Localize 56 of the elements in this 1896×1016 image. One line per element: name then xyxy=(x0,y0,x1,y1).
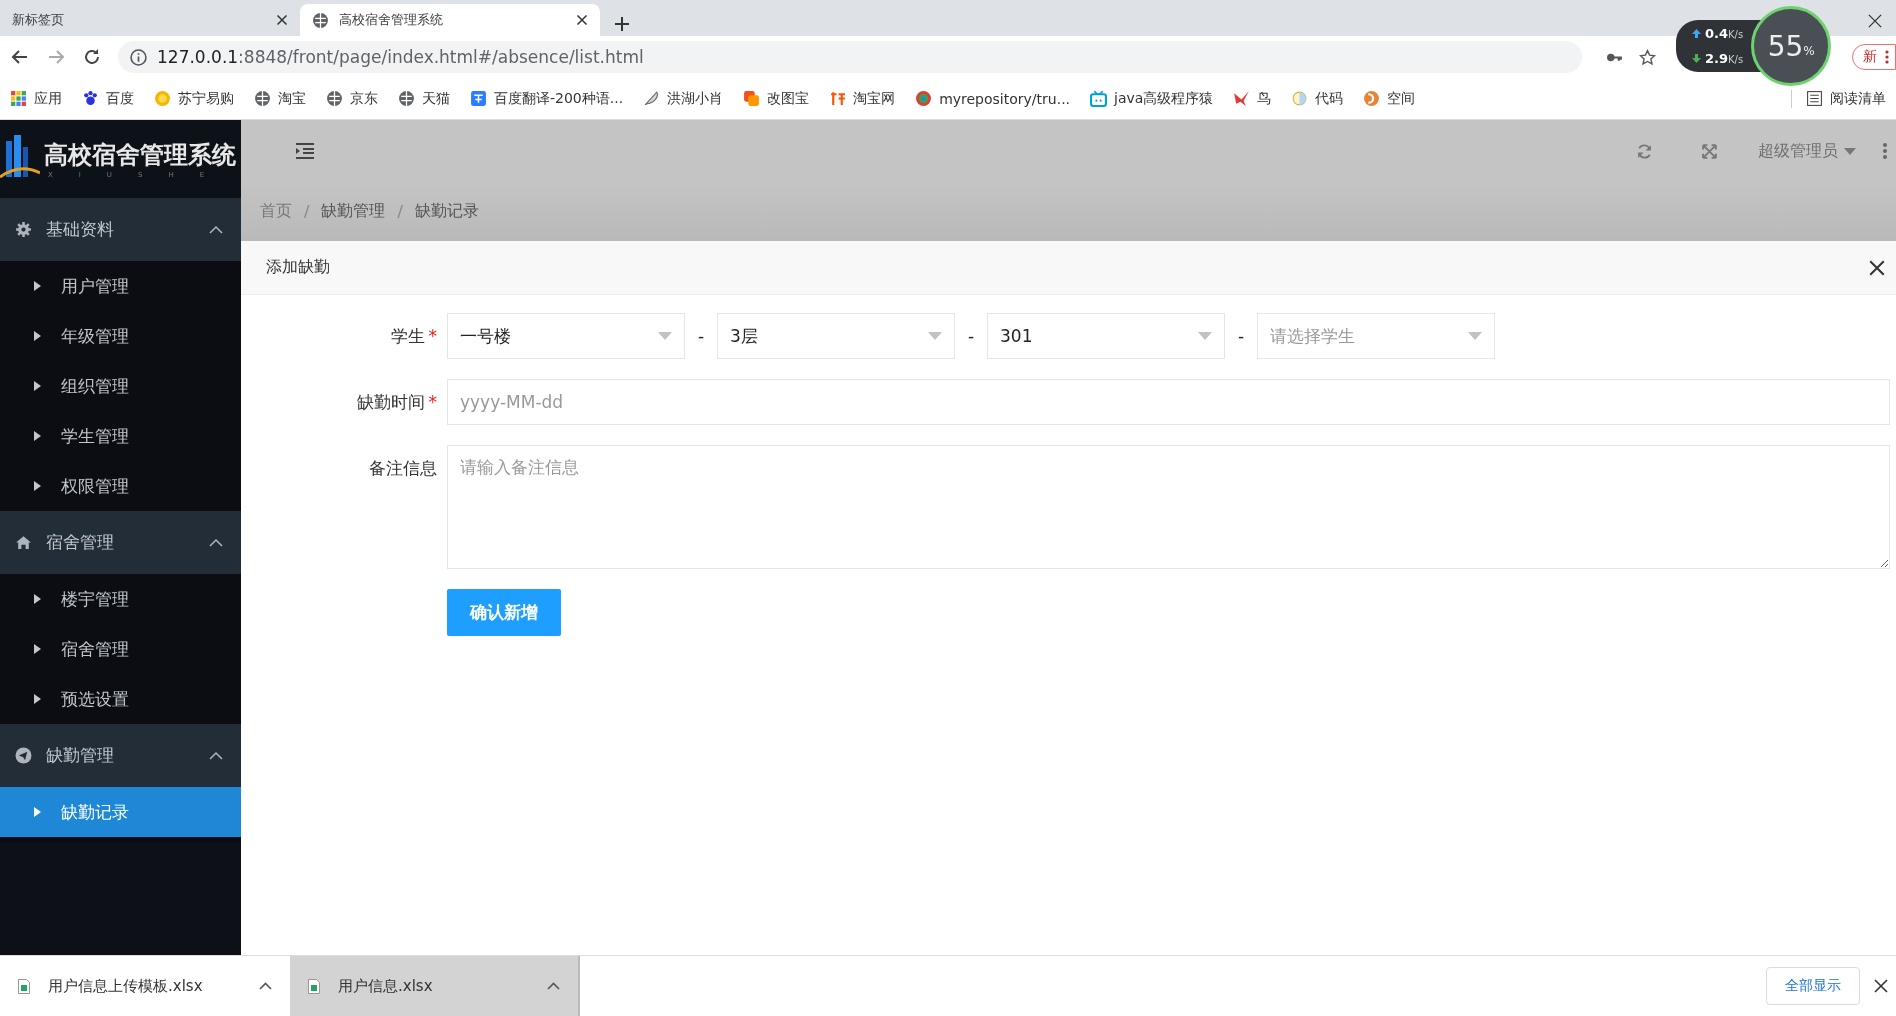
breadcrumb-separator: / xyxy=(397,202,403,221)
required-mark: * xyxy=(428,326,437,346)
reading-list-button[interactable]: 阅读清单 xyxy=(1791,89,1886,108)
remark-field[interactable]: 请输入备注信息 xyxy=(447,445,1890,569)
breadcrumb-link[interactable]: 缺勤记录 xyxy=(414,201,479,222)
browser-tab[interactable]: 新标签页 xyxy=(0,4,300,36)
download-item[interactable]: 用户信息.xlsx xyxy=(290,956,580,1016)
address-bar[interactable]: 127.0.0.1:8848/front/page/index.html#/absence/list.html xyxy=(118,41,1582,73)
bookmark[interactable]: 百度翻译-200种语... xyxy=(470,89,624,108)
menu-item[interactable]: 权限管理 xyxy=(0,461,241,511)
menu-item[interactable]: 学生管理 xyxy=(0,411,241,461)
bookmark[interactable]: 改图宝 xyxy=(743,89,810,108)
app-title: 高校宿舍管理系统 xyxy=(44,139,236,171)
select-field[interactable]: 3层 xyxy=(717,313,955,359)
bookmark[interactable]: 淘宝 xyxy=(254,89,306,108)
menu-item[interactable]: 宿舍管理 xyxy=(0,624,241,674)
bookmark[interactable]: 天猫 xyxy=(398,89,450,108)
bookmark[interactable]: java高级程序猿 xyxy=(1090,89,1214,108)
menu-item[interactable]: 楼宇管理 xyxy=(0,574,241,624)
breadcrumb-link[interactable]: 缺勤管理 xyxy=(321,201,386,222)
bookmark[interactable]: 淘宝网 xyxy=(829,89,896,108)
menu-group[interactable]: 缺勤管理 xyxy=(0,724,241,787)
field-label: 学生 * xyxy=(389,325,438,348)
bookmark[interactable]: 百度 xyxy=(82,89,134,108)
bookmark[interactable]: 洪湖小肖 xyxy=(643,89,724,108)
bookmark[interactable]: 应用 xyxy=(10,89,62,108)
field-label: 缺勤时间 * xyxy=(355,391,438,414)
breadcrumb-separator: / xyxy=(304,202,310,221)
bookmark[interactable]: 京东 xyxy=(326,89,378,108)
bookmark[interactable]: 鸟 xyxy=(1233,89,1272,108)
field-label: 备注信息 xyxy=(368,457,438,480)
bookmark[interactable]: myrepository/tru... xyxy=(915,90,1071,107)
menu-item[interactable]: 预选设置 xyxy=(0,674,241,724)
date-field[interactable]: yyyy-MM-dd xyxy=(447,379,1890,425)
show-all-button[interactable]: 全部显示 xyxy=(1766,967,1860,1005)
menu-item[interactable]: 组织管理 xyxy=(0,361,241,411)
download-speed: 2.9K/s xyxy=(1705,51,1744,66)
separator: - xyxy=(967,326,975,346)
select-field[interactable]: 一号楼 xyxy=(447,313,685,359)
menu-group[interactable]: 基础资料 xyxy=(0,198,241,261)
menu-group[interactable]: 宿舍管理 xyxy=(0,511,241,574)
separator: - xyxy=(697,326,705,346)
required-mark: * xyxy=(428,392,437,412)
menu-item[interactable]: 缺勤记录 xyxy=(0,787,241,837)
download-item[interactable]: 用户信息上传模板.xlsx xyxy=(0,956,290,1016)
bookmark[interactable]: 空间 xyxy=(1363,89,1416,108)
select-field[interactable]: 301 xyxy=(987,313,1225,359)
bookmark[interactable]: 代码 xyxy=(1291,89,1344,108)
modal-title: 添加缺勤 xyxy=(266,257,330,278)
browser-tab[interactable]: 高校宿舍管理系统 xyxy=(300,4,600,36)
menu-item[interactable]: 用户管理 xyxy=(0,261,241,311)
menu-item[interactable]: 年级管理 xyxy=(0,311,241,361)
url-text: 127.0.0.1:8848/front/page/index.html#/absence/list.html xyxy=(157,47,644,67)
upload-speed: 0.4K/s xyxy=(1705,26,1744,41)
bookmark[interactable]: 苏宁易购 xyxy=(154,89,234,108)
separator: - xyxy=(1237,326,1245,346)
